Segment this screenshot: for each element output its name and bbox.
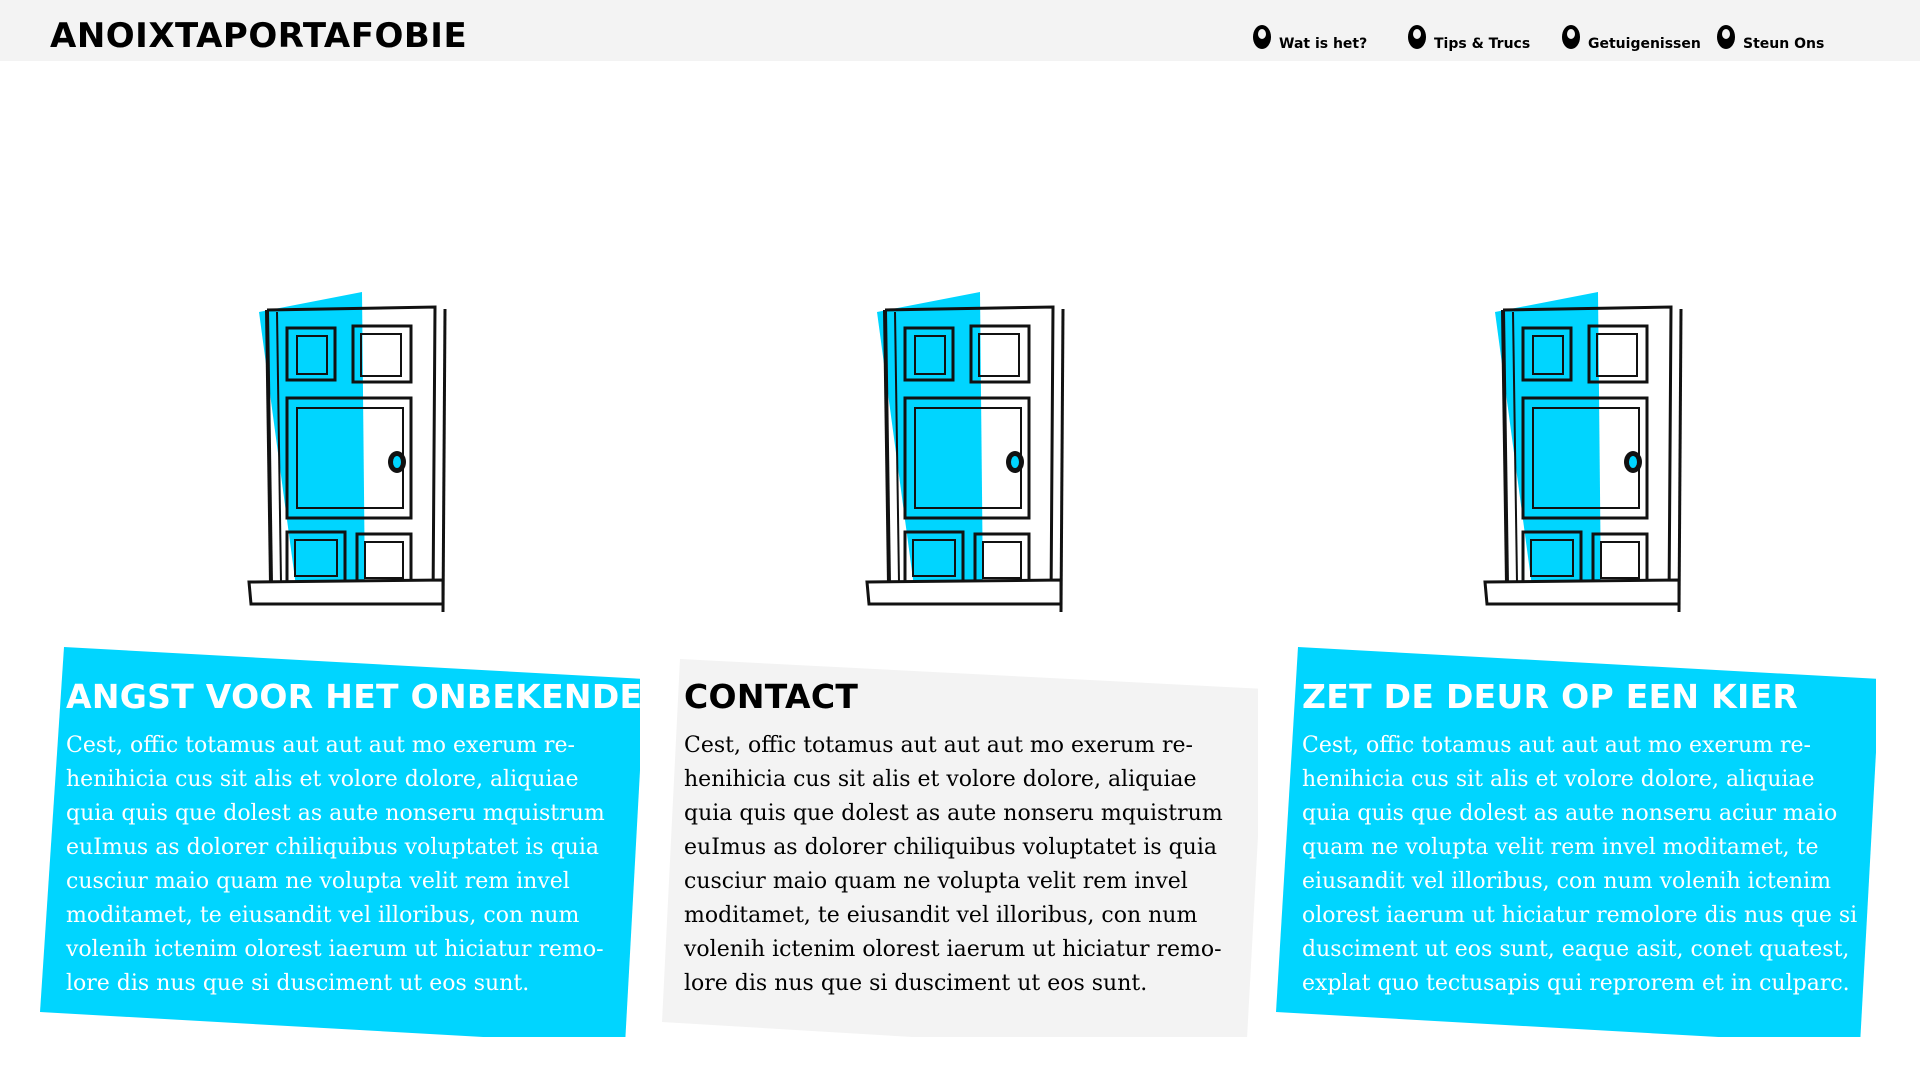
card-contact: CONTACT Cest, offic totamus aut aut aut … bbox=[658, 647, 1258, 1037]
open-door-icon bbox=[247, 292, 447, 612]
card-text: Cest, offic totamus aut aut aut mo exeru… bbox=[66, 733, 605, 996]
door-knob-icon bbox=[1562, 25, 1580, 49]
open-door-icon bbox=[1483, 292, 1683, 612]
nav-label: Wat is het? bbox=[1279, 36, 1368, 52]
card-content: ZET DE DEUR OP EEN KIER Cest, offic tota… bbox=[1302, 677, 1862, 1001]
card-content: CONTACT Cest, offic totamus aut aut aut … bbox=[684, 677, 1244, 1001]
nav-label: Steun Ons bbox=[1743, 36, 1825, 52]
door-knob-icon bbox=[1408, 25, 1426, 49]
card-text: Cest, offic totamus aut aut aut mo exeru… bbox=[684, 733, 1223, 996]
nav-item-wat-is-het[interactable]: Wat is het? bbox=[1251, 20, 1367, 52]
card-content: ANGST VOOR HET ONBEKENDE Cest, offic tot… bbox=[66, 677, 643, 1001]
open-door-icon bbox=[865, 292, 1065, 612]
nav-item-getuigenissen[interactable]: Getuigenissen bbox=[1560, 20, 1701, 52]
card-text: Cest, offic totamus aut aut aut mo exeru… bbox=[1302, 733, 1858, 996]
main-nav: Wat is het? Tips & Trucs Getuigenissen S… bbox=[0, 20, 1920, 56]
nav-item-steun-ons[interactable]: Steun Ons bbox=[1715, 20, 1824, 52]
door-knob-icon bbox=[1253, 25, 1271, 49]
card-angst-voor-het-onbekende: ANGST VOOR HET ONBEKENDE Cest, offic tot… bbox=[40, 647, 643, 1037]
card-title: CONTACT bbox=[684, 677, 859, 716]
nav-label: Tips & Trucs bbox=[1434, 36, 1531, 52]
nav-item-tips-trucs[interactable]: Tips & Trucs bbox=[1406, 20, 1530, 52]
nav-label: Getuigenissen bbox=[1588, 36, 1701, 52]
card-zet-de-deur-op-een-kier: ZET DE DEUR OP EEN KIER Cest, offic tota… bbox=[1276, 647, 1876, 1037]
card-title: ANGST VOOR HET ONBEKENDE bbox=[66, 677, 643, 716]
card-title: ZET DE DEUR OP EEN KIER bbox=[1302, 677, 1799, 716]
door-knob-icon bbox=[1717, 25, 1735, 49]
